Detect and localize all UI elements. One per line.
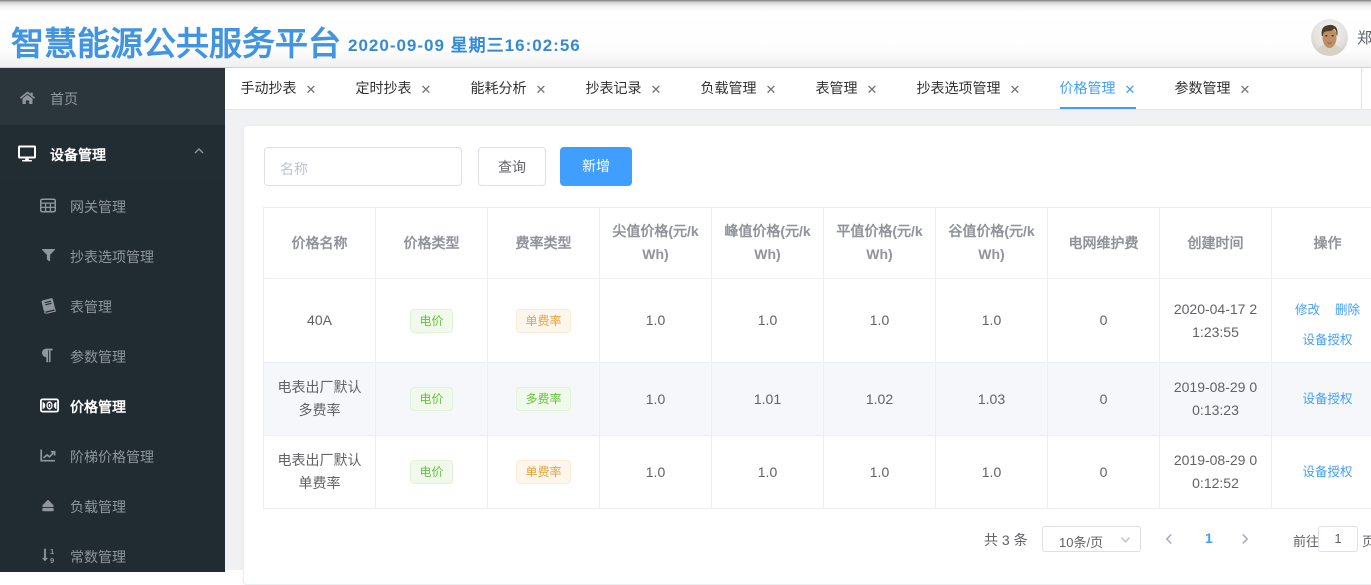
svg-text:9: 9 bbox=[50, 556, 54, 564]
svg-text:1: 1 bbox=[50, 548, 54, 556]
